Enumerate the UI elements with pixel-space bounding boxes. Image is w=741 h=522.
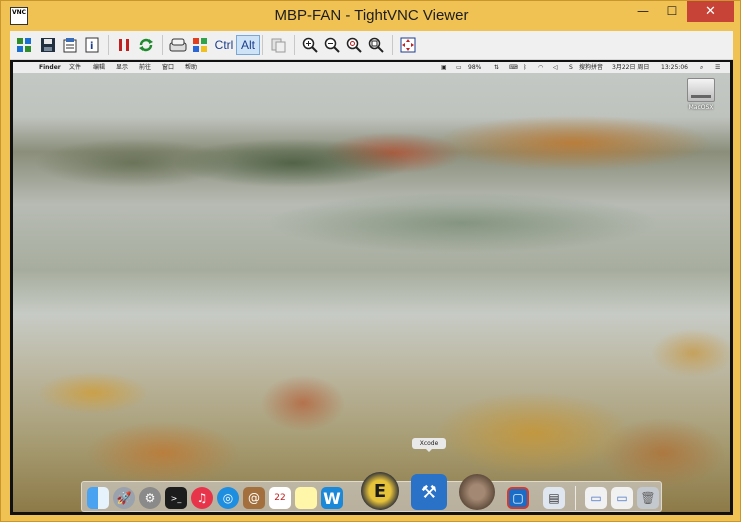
- close-button[interactable]: ✕: [687, 1, 734, 22]
- remote-desktop-viewport[interactable]: Finder 文件 编辑 显示 前往 窗口 帮助 ▣ ▭ 98% ⇅ ⌨ ᛒ ◠…: [10, 60, 733, 515]
- title-bar[interactable]: VNC MBP-FAN - TightVNC Viewer — ☐ ✕: [1, 1, 741, 31]
- minimize-button[interactable]: —: [628, 1, 658, 22]
- toolbar-divider: [108, 35, 109, 55]
- downloads-stack-icon[interactable]: ▭: [585, 487, 607, 509]
- clipboard-icon[interactable]: [268, 35, 288, 55]
- mac-screen[interactable]: Finder 文件 编辑 显示 前往 窗口 帮助 ▣ ▭ 98% ⇅ ⌨ ᛒ ◠…: [13, 62, 730, 512]
- finder-icon[interactable]: [87, 487, 109, 509]
- menu-go[interactable]: 前往: [139, 62, 151, 73]
- volume-icon[interactable]: ◁: [553, 62, 558, 73]
- preview-icon[interactable]: ▤: [543, 487, 565, 509]
- ctrl-lock-button[interactable]: Ctrl: [212, 35, 236, 55]
- menu-view[interactable]: 显示: [116, 62, 128, 73]
- new-connection-icon[interactable]: [14, 35, 34, 55]
- zoom-in-icon[interactable]: [300, 35, 320, 55]
- save-icon[interactable]: [38, 35, 58, 55]
- send-ctrl-alt-del-icon[interactable]: [168, 35, 188, 55]
- terminal-icon[interactable]: >_: [165, 487, 187, 509]
- dock-tooltip: Xcode: [412, 438, 446, 452]
- pause-icon[interactable]: [114, 35, 134, 55]
- full-screen-icon[interactable]: [398, 35, 418, 55]
- vnc-toolbar: i Ctrl Alt: [10, 31, 733, 60]
- toolbar-divider: [392, 35, 393, 55]
- toolbar-divider: [162, 35, 163, 55]
- calendar-icon[interactable]: 22: [269, 487, 291, 509]
- itunes-icon[interactable]: ♫: [191, 487, 213, 509]
- system-preferences-icon[interactable]: ⚙: [139, 487, 161, 509]
- alt-lock-button[interactable]: Alt: [236, 35, 260, 55]
- desktop-disk-macosx[interactable]: MacOSX: [685, 78, 717, 118]
- spotlight-icon[interactable]: ⌕: [700, 62, 703, 73]
- launchpad-icon[interactable]: 🚀: [113, 487, 135, 509]
- refresh-icon[interactable]: [136, 35, 156, 55]
- vmware-fusion-icon[interactable]: ▢: [507, 487, 529, 509]
- eclipse-icon[interactable]: E: [361, 472, 399, 510]
- vnc-viewer-window: VNC MBP-FAN - TightVNC Viewer — ☐ ✕ i Ct…: [0, 0, 741, 522]
- keyboard-icon[interactable]: ⌨: [509, 62, 518, 73]
- wps-writer-icon[interactable]: W: [321, 487, 343, 509]
- menubar-time[interactable]: 13:25:06: [661, 62, 688, 73]
- mac-dock: 🚀 ⚙ >_ ♫ ◎ @ 22 W E ⚒ ▢ ▤ ▭ ▭ 🗑: [81, 472, 662, 512]
- zoom-100-icon[interactable]: [344, 35, 364, 55]
- menu-finder[interactable]: Finder: [39, 62, 61, 73]
- zoom-out-icon[interactable]: [322, 35, 342, 55]
- display-icon[interactable]: ▣: [441, 62, 447, 73]
- dock-separator: [575, 486, 576, 510]
- maximize-button[interactable]: ☐: [657, 1, 687, 22]
- input-method-icon[interactable]: S: [569, 62, 573, 73]
- mac-menu-bar: Finder 文件 编辑 显示 前往 窗口 帮助 ▣ ▭ 98% ⇅ ⌨ ᛒ ◠…: [13, 62, 730, 73]
- notification-center-icon[interactable]: ☰: [715, 62, 720, 73]
- input-method-label[interactable]: 搜狗拼音: [579, 62, 603, 73]
- hard-disk-icon: [687, 78, 715, 102]
- connection-info-icon[interactable]: i: [82, 35, 102, 55]
- documents-stack-icon[interactable]: ▭: [611, 487, 633, 509]
- fossil-icon[interactable]: [459, 474, 495, 510]
- menu-edit[interactable]: 编辑: [93, 62, 105, 73]
- wifi-icon[interactable]: ◠: [538, 62, 543, 73]
- send-ctrl-esc-icon[interactable]: [190, 35, 210, 55]
- trash-icon[interactable]: 🗑: [637, 487, 659, 509]
- zoom-fit-icon[interactable]: [366, 35, 386, 55]
- menubar-date[interactable]: 3月22日 周日: [612, 62, 649, 73]
- toolbar-divider: [294, 35, 295, 55]
- menu-help[interactable]: 帮助: [185, 62, 197, 73]
- svg-text:i: i: [90, 41, 93, 52]
- safari-icon[interactable]: ◎: [217, 487, 239, 509]
- battery-icon[interactable]: ▭: [456, 62, 462, 73]
- disk-label: MacOSX: [688, 104, 714, 111]
- menu-window[interactable]: 窗口: [162, 62, 174, 73]
- arrows-icon[interactable]: ⇅: [494, 62, 499, 73]
- contacts-icon[interactable]: @: [243, 487, 265, 509]
- options-icon[interactable]: [60, 35, 80, 55]
- bluetooth-icon[interactable]: ᛒ: [523, 62, 527, 73]
- menu-file[interactable]: 文件: [69, 62, 81, 73]
- desktop-wallpaper: [13, 73, 730, 512]
- toolbar-divider: [262, 35, 263, 55]
- notes-icon[interactable]: [295, 487, 317, 509]
- battery-percent: 98%: [468, 64, 482, 71]
- xcode-icon[interactable]: ⚒: [411, 474, 447, 510]
